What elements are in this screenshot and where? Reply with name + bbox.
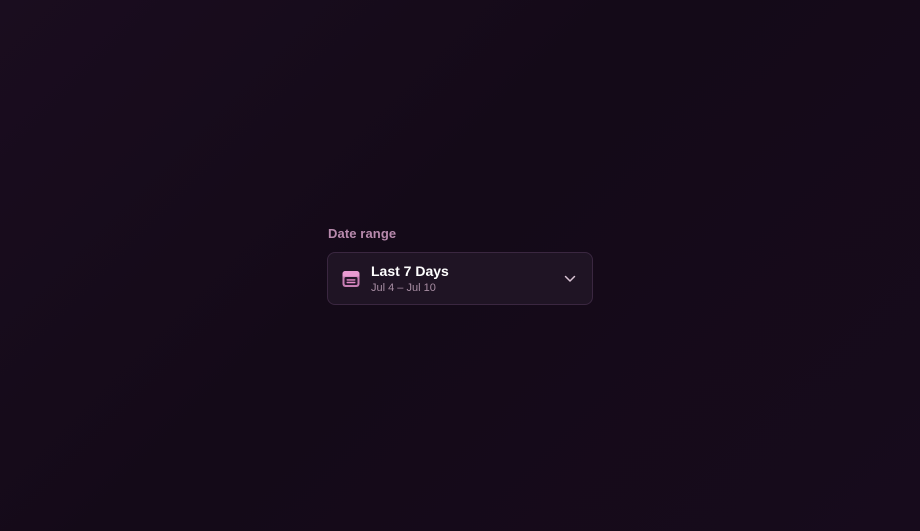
selected-range-dates: Jul 4 – Jul 10 bbox=[371, 281, 436, 294]
calendar-icon bbox=[340, 268, 362, 290]
date-range-field: Date range Last 7 Days Jul 4 – Jul 10 bbox=[327, 226, 593, 305]
date-range-select[interactable]: Last 7 Days Jul 4 – Jul 10 bbox=[327, 252, 593, 305]
date-range-label: Date range bbox=[328, 226, 397, 241]
selected-option: Last 7 Days Jul 4 – Jul 10 bbox=[371, 263, 563, 295]
chevron-down-icon bbox=[563, 272, 577, 286]
selected-range-title: Last 7 Days bbox=[371, 262, 449, 279]
